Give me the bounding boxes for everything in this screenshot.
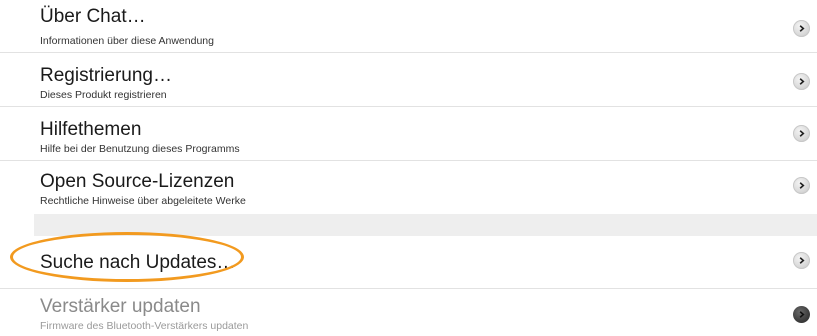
menu-item-title: Registrierung… — [40, 65, 172, 86]
menu-item-subtitle: Firmware des Bluetooth-Verstärkers updat… — [40, 320, 249, 332]
menu-item-subtitle: Hilfe bei der Benutzung dieses Programms — [40, 143, 240, 155]
menu-item-title: Hilfethemen — [40, 119, 142, 140]
menu-item-verstaerker-updaten: Verstärker updaten Firmware des Bluetoot… — [0, 289, 817, 336]
menu-item-open-source-lizenzen[interactable]: Open Source-Lizenzen Rechtliche Hinweise… — [0, 161, 817, 214]
chevron-right-icon[interactable] — [793, 252, 810, 269]
highlight-ellipse — [10, 232, 244, 282]
chevron-right-icon[interactable] — [793, 125, 810, 142]
menu-item-title: Über Chat… — [40, 6, 146, 27]
chevron-right-icon[interactable] — [793, 20, 810, 37]
menu-item-subtitle: Dieses Produkt registrieren — [40, 89, 167, 101]
menu-item-ueber-chat[interactable]: Über Chat… Informationen über diese Anwe… — [0, 0, 817, 53]
menu-item-subtitle: Rechtliche Hinweise über abgeleitete Wer… — [40, 195, 246, 207]
chevron-right-icon[interactable] — [793, 73, 810, 90]
menu-item-title: Open Source-Lizenzen — [40, 171, 235, 192]
chevron-right-icon — [793, 306, 810, 323]
menu-item-subtitle: Informationen über diese Anwendung — [40, 35, 214, 47]
chevron-right-icon[interactable] — [793, 177, 810, 194]
menu-item-registrierung[interactable]: Registrierung… Dieses Produkt registrier… — [0, 53, 817, 107]
menu-item-hilfethemen[interactable]: Hilfethemen Hilfe bei der Benutzung dies… — [0, 107, 817, 161]
menu-item-title: Verstärker updaten — [40, 296, 201, 317]
